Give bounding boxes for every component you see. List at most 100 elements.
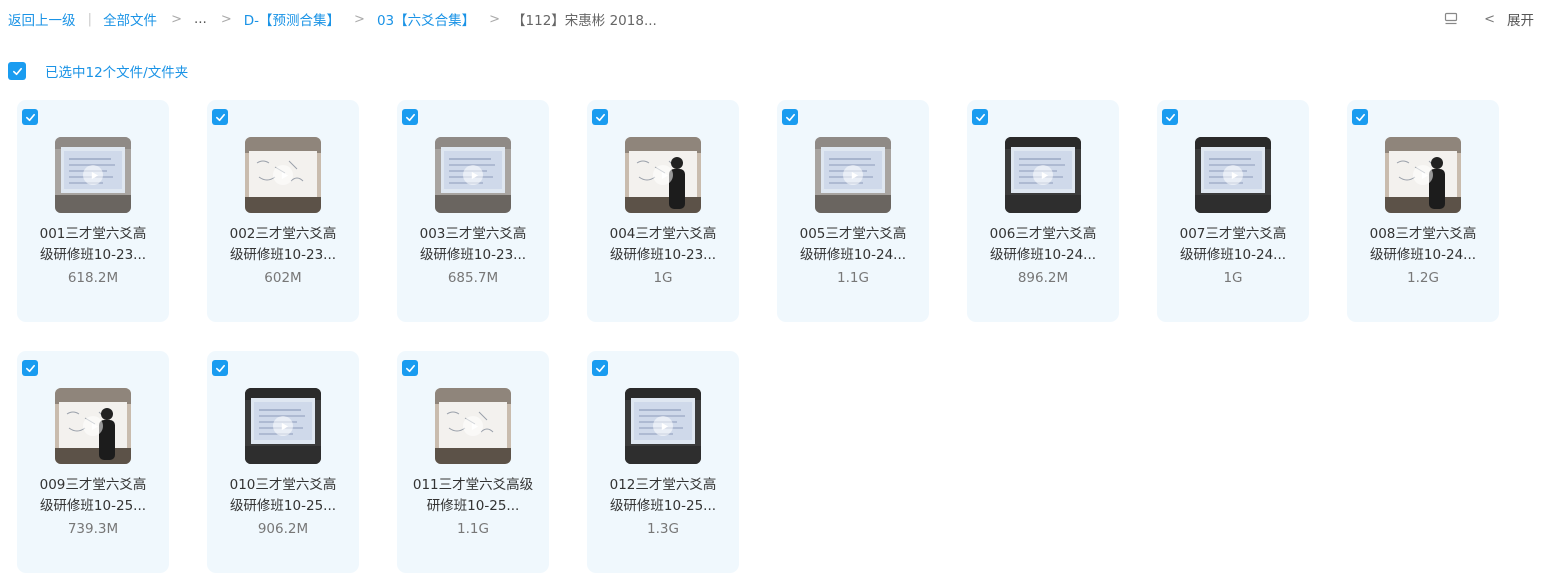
file-checkbox[interactable] (1162, 109, 1178, 125)
chevron-right-icon: > (171, 11, 182, 27)
check-icon (595, 113, 605, 121)
file-name[interactable]: 003三才堂六爻高 级研修班10-23... (409, 224, 537, 266)
check-icon (405, 113, 415, 121)
file-name[interactable]: 012三才堂六爻高 级研修班10-25... (599, 475, 727, 517)
file-checkbox[interactable] (212, 109, 228, 125)
file-size: 906.2M (257, 521, 309, 537)
file-card[interactable]: 001三才堂六爻高 级研修班10-23... 618.2M (17, 100, 169, 322)
file-name[interactable]: 004三才堂六爻高 级研修班10-23... (599, 224, 727, 266)
video-thumbnail[interactable] (245, 137, 321, 213)
breadcrumb-ellipsis[interactable]: ... (194, 11, 207, 27)
file-checkbox[interactable] (592, 360, 608, 376)
file-name-line: 级研修班10-25... (609, 498, 717, 514)
play-icon (83, 165, 103, 185)
file-card[interactable]: 003三才堂六爻高 级研修班10-23... 685.7M (397, 100, 549, 322)
back-link[interactable]: 返回上一级 (8, 9, 76, 29)
file-checkbox[interactable] (22, 109, 38, 125)
file-name[interactable]: 009三才堂六爻高 级研修班10-25... (29, 475, 157, 517)
file-size: 1G (1223, 270, 1243, 286)
play-icon (1223, 165, 1243, 185)
file-size: 1.2G (1407, 270, 1439, 286)
file-name-line: 004三才堂六爻高 (609, 226, 717, 242)
file-name[interactable]: 005三才堂六爻高 级研修班10-24... (789, 224, 917, 266)
breadcrumb-divider: | (87, 11, 93, 27)
file-name[interactable]: 001三才堂六爻高 级研修班10-23... (29, 224, 157, 266)
video-thumbnail[interactable] (625, 388, 701, 464)
check-icon (1355, 113, 1365, 121)
file-size: 602M (264, 270, 302, 286)
expand-button[interactable]: < 展开 (1484, 9, 1534, 30)
file-name-line: 级研修班10-24... (799, 247, 907, 263)
file-name[interactable]: 007三才堂六爻高 级研修班10-24... (1169, 224, 1297, 266)
file-name[interactable]: 011三才堂六爻高级 研修班10-25... (409, 475, 537, 517)
file-card[interactable]: 009三才堂六爻高 级研修班10-25... 739.3M (17, 351, 169, 573)
file-checkbox[interactable] (592, 109, 608, 125)
play-icon (1033, 165, 1053, 185)
file-name-line: 012三才堂六爻高 (609, 477, 717, 493)
check-icon (405, 364, 415, 372)
file-card[interactable]: 012三才堂六爻高 级研修班10-25... 1.3G (587, 351, 739, 573)
check-icon (215, 113, 225, 121)
video-thumbnail[interactable] (815, 137, 891, 213)
file-name-line: 011三才堂六爻高级 (412, 477, 534, 493)
list-view-icon[interactable] (1444, 12, 1458, 26)
file-name[interactable]: 008三才堂六爻高 级研修班10-24... (1359, 224, 1487, 266)
file-card[interactable]: 004三才堂六爻高 级研修班10-23... 1G (587, 100, 739, 322)
file-card[interactable]: 007三才堂六爻高 级研修班10-24... 1G (1157, 100, 1309, 322)
select-all-checkbox[interactable] (8, 62, 26, 80)
file-name-line: 002三才堂六爻高 (229, 226, 337, 242)
file-name-line: 008三才堂六爻高 (1369, 226, 1477, 242)
video-thumbnail[interactable] (245, 388, 321, 464)
file-name-line: 级研修班10-24... (1369, 247, 1477, 263)
file-name-line: 009三才堂六爻高 (39, 477, 147, 493)
file-name[interactable]: 002三才堂六爻高 级研修班10-23... (219, 224, 347, 266)
chevron-right-icon: > (489, 11, 501, 27)
file-name-line: 级研修班10-23... (609, 247, 717, 263)
top-bar: 返回上一级 | 全部文件 > ... > D-【预测合集】 > 03【六爻合集】… (0, 0, 1566, 36)
file-checkbox[interactable] (1352, 109, 1368, 125)
file-size: 1.3G (647, 521, 679, 537)
check-icon (975, 113, 985, 121)
video-thumbnail[interactable] (1195, 137, 1271, 213)
video-thumbnail[interactable] (55, 137, 131, 213)
file-size: 685.7M (447, 270, 499, 286)
file-name-line: 研修班10-25... (426, 498, 520, 514)
breadcrumb-all-files[interactable]: 全部文件 (103, 9, 157, 29)
file-name[interactable]: 010三才堂六爻高 级研修班10-25... (219, 475, 347, 517)
chevron-right-icon: > (354, 11, 365, 27)
file-size: 1G (653, 270, 673, 286)
video-thumbnail[interactable] (435, 137, 511, 213)
play-icon (463, 416, 483, 436)
file-name-line: 003三才堂六爻高 (419, 226, 527, 242)
file-name-line: 007三才堂六爻高 (1179, 226, 1287, 242)
play-icon (83, 416, 103, 436)
file-checkbox[interactable] (212, 360, 228, 376)
file-card[interactable]: 005三才堂六爻高 级研修班10-24... 1.1G (777, 100, 929, 322)
file-card[interactable]: 011三才堂六爻高级 研修班10-25... 1.1G (397, 351, 549, 573)
video-thumbnail[interactable] (1385, 137, 1461, 213)
file-card[interactable]: 008三才堂六爻高 级研修班10-24... 1.2G (1347, 100, 1499, 322)
play-icon (653, 416, 673, 436)
file-name-line: 级研修班10-23... (229, 247, 337, 263)
file-checkbox[interactable] (402, 109, 418, 125)
file-name[interactable]: 006三才堂六爻高 级研修班10-24... (979, 224, 1107, 266)
file-name-line: 级研修班10-23... (419, 247, 527, 263)
video-thumbnail[interactable] (435, 388, 511, 464)
file-card[interactable]: 006三才堂六爻高 级研修班10-24... 896.2M (967, 100, 1119, 322)
file-checkbox[interactable] (972, 109, 988, 125)
file-card[interactable]: 010三才堂六爻高 级研修班10-25... 906.2M (207, 351, 359, 573)
video-thumbnail[interactable] (1005, 137, 1081, 213)
play-icon (653, 165, 673, 185)
file-checkbox[interactable] (782, 109, 798, 125)
breadcrumb: 返回上一级 | 全部文件 > ... > D-【预测合集】 > 03【六爻合集】… (8, 9, 657, 29)
breadcrumb-folder-liuyao[interactable]: 03【六爻合集】 (377, 9, 475, 29)
breadcrumb-folder-prediction[interactable]: D-【预测合集】 (244, 9, 340, 29)
file-checkbox[interactable] (22, 360, 38, 376)
play-icon (463, 165, 483, 185)
selection-bar: 已选中12个文件/文件夹 (8, 61, 188, 81)
check-icon (12, 67, 22, 75)
video-thumbnail[interactable] (625, 137, 701, 213)
video-thumbnail[interactable] (55, 388, 131, 464)
file-card[interactable]: 002三才堂六爻高 级研修班10-23... 602M (207, 100, 359, 322)
file-checkbox[interactable] (402, 360, 418, 376)
